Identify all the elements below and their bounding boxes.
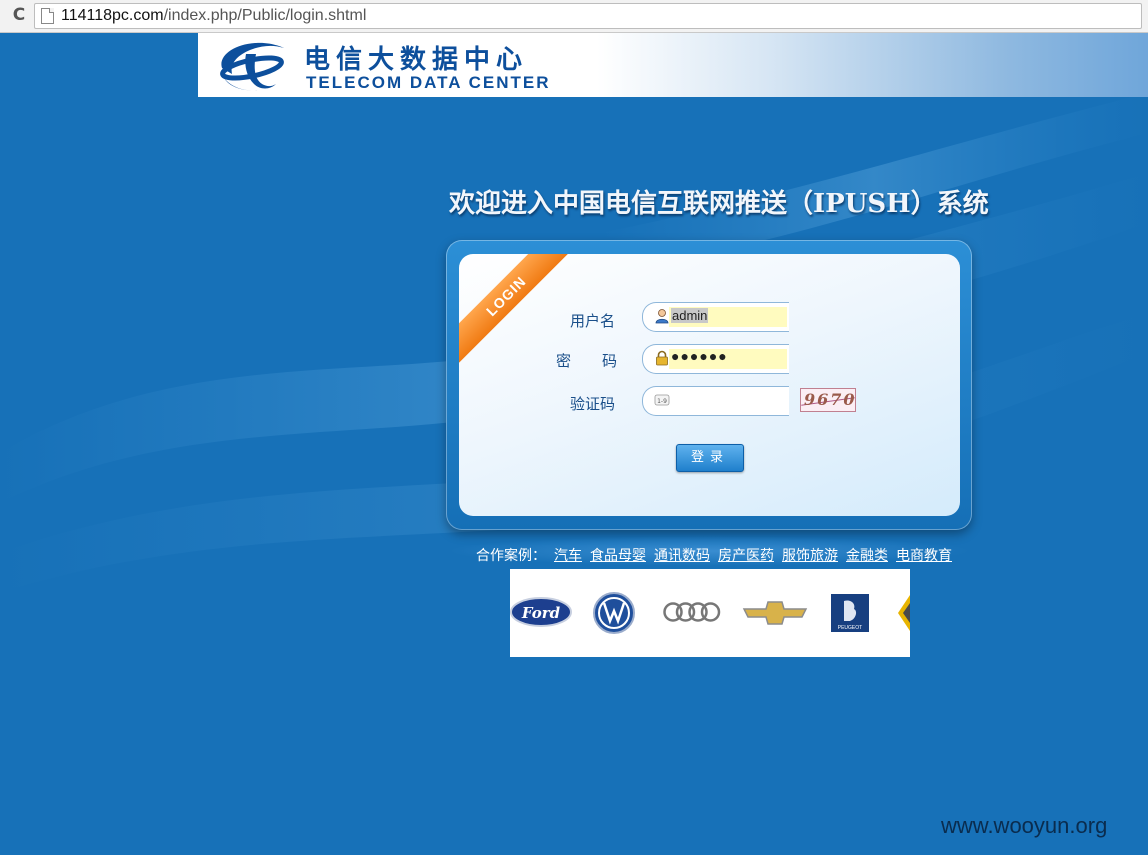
svg-text:1-9: 1-9: [657, 398, 667, 405]
partners-bar: 合作案例： 汽车 食品母婴 通讯数码 房产医药 服饰旅游 金融类 电商教育: [476, 545, 952, 565]
peugeot-logo[interactable]: PEUGEOT: [830, 593, 870, 633]
url-path: /index.php/Public/login.shtml: [163, 7, 367, 24]
username-label: 用户名: [570, 312, 616, 330]
partner-category-link[interactable]: 电商教育: [896, 548, 952, 564]
login-ribbon: LOGIN: [459, 254, 569, 364]
login-panel: LOGIN 用户名 admin 密 码 ●●●●●● 验证码 1-9 9670 …: [459, 254, 960, 516]
header-banner: 电信大数据中心 TELECOM DATA CENTER: [198, 33, 1148, 97]
ford-logo-text: Ford: [521, 604, 561, 622]
partners-label: 合作案例：: [476, 548, 546, 564]
partner-logos-strip: Ford PEUGEOT: [510, 569, 910, 657]
captcha-image[interactable]: 9670: [800, 388, 856, 412]
brand-name-chinese: 电信大数据中心: [304, 45, 529, 75]
partner-category-link[interactable]: 通讯数码: [654, 548, 710, 564]
url-host: 114118pc.com: [61, 7, 164, 24]
login-button[interactable]: 登录: [676, 444, 744, 472]
partner-category-link[interactable]: 汽车: [554, 548, 582, 564]
password-value: ●●●●●●: [671, 348, 728, 364]
brand-name-english: TELECOM DATA CENTER: [306, 73, 551, 92]
reload-icon[interactable]: C: [8, 4, 30, 26]
login-ribbon-label: LOGIN: [459, 254, 569, 364]
partner-category-link[interactable]: 房产医药: [718, 548, 774, 564]
user-icon: [655, 309, 669, 324]
username-value: admin: [671, 308, 709, 323]
captcha-field[interactable]: 1-9: [642, 386, 789, 416]
partner-category-link[interactable]: 服饰旅游: [782, 548, 838, 564]
page-icon: [41, 8, 54, 24]
ford-logo[interactable]: Ford: [510, 595, 572, 629]
captcha-label: 验证码: [570, 395, 616, 413]
password-field[interactable]: ●●●●●●: [642, 344, 789, 374]
lock-icon: [656, 350, 668, 366]
url-text[interactable]: 114118pc.com/index.php/Public/login.shtm…: [61, 7, 366, 25]
audi-logo[interactable]: [662, 601, 722, 623]
url-field[interactable]: 114118pc.com/index.php/Public/login.shtm…: [34, 3, 1142, 29]
volkswagen-logo[interactable]: [592, 591, 636, 635]
captcha-number-icon: 1-9: [654, 394, 670, 406]
password-label: 密 码: [556, 352, 626, 370]
partner-category-link[interactable]: 食品母婴: [590, 548, 646, 564]
username-field[interactable]: admin: [642, 302, 789, 332]
chevrolet-logo[interactable]: [742, 599, 808, 627]
china-telecom-logo-icon: [220, 42, 284, 91]
captcha-image-text: 9670: [804, 390, 856, 409]
page-title: 欢迎进入中国电信互联网推送（IPUSH）系统: [449, 189, 989, 219]
peugeot-logo-text: PEUGEOT: [838, 625, 862, 631]
browser-address-bar: C 114118pc.com/index.php/Public/login.sh…: [0, 0, 1148, 33]
renault-logo[interactable]: [898, 595, 910, 631]
watermark: www.wooyun.org: [941, 813, 1108, 838]
partner-category-link[interactable]: 金融类: [846, 548, 888, 564]
